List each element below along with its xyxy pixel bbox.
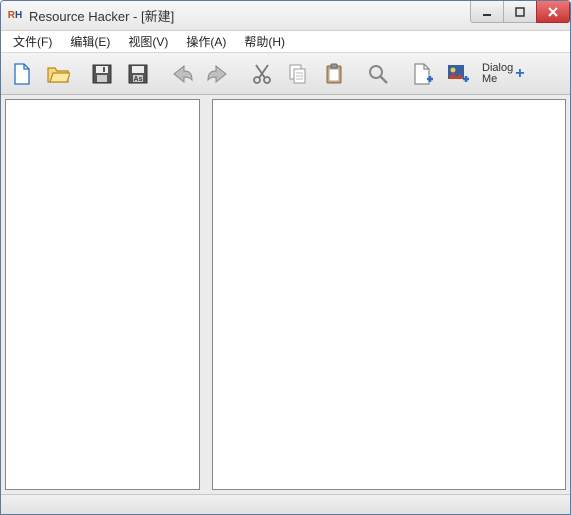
maximize-icon bbox=[514, 6, 526, 18]
app-icon: RH bbox=[7, 8, 23, 24]
app-window: RH Resource Hacker - [新建] 文件(F) 编辑(E) 视图… bbox=[0, 0, 571, 515]
paste-button[interactable] bbox=[317, 57, 351, 91]
menu-bar: 文件(F) 编辑(E) 视图(V) 操作(A) 帮助(H) bbox=[1, 31, 570, 53]
title-bar: RH Resource Hacker - [新建] bbox=[1, 1, 570, 31]
maximize-button[interactable] bbox=[503, 1, 537, 23]
copy-icon bbox=[286, 62, 310, 86]
save-icon bbox=[90, 62, 114, 86]
open-folder-icon bbox=[46, 62, 70, 86]
minimize-button[interactable] bbox=[470, 1, 504, 23]
editor-pane[interactable] bbox=[212, 99, 566, 490]
new-button[interactable] bbox=[5, 57, 39, 91]
menu-action[interactable]: 操作(A) bbox=[178, 31, 234, 52]
plus-icon: + bbox=[515, 68, 524, 79]
save-button[interactable] bbox=[85, 57, 119, 91]
redo-button[interactable] bbox=[201, 57, 235, 91]
scissors-icon bbox=[250, 62, 274, 86]
undo-arrow-icon bbox=[170, 62, 194, 86]
magnifier-icon bbox=[366, 62, 390, 86]
dialog-label: Dialog Me bbox=[482, 63, 513, 85]
open-button[interactable] bbox=[41, 57, 75, 91]
toolbar: As bbox=[1, 53, 570, 95]
copy-button[interactable] bbox=[281, 57, 315, 91]
dialog-button[interactable]: Dialog Me + bbox=[477, 57, 530, 91]
add-resource-button[interactable] bbox=[405, 57, 439, 91]
close-icon bbox=[547, 6, 559, 18]
add-image-button[interactable] bbox=[441, 57, 475, 91]
status-bar bbox=[1, 494, 570, 514]
cut-button[interactable] bbox=[245, 57, 279, 91]
menu-edit[interactable]: 编辑(E) bbox=[62, 31, 118, 52]
minimize-icon bbox=[481, 6, 493, 18]
splitter[interactable] bbox=[204, 99, 208, 490]
save-as-icon: As bbox=[126, 62, 150, 86]
add-resource-icon bbox=[410, 62, 434, 86]
add-image-icon bbox=[446, 62, 470, 86]
menu-view[interactable]: 视图(V) bbox=[120, 31, 176, 52]
clipboard-icon bbox=[322, 62, 346, 86]
menu-file[interactable]: 文件(F) bbox=[5, 31, 60, 52]
window-title: Resource Hacker - [新建] bbox=[29, 6, 471, 25]
menu-help[interactable]: 帮助(H) bbox=[236, 31, 293, 52]
redo-arrow-icon bbox=[206, 62, 230, 86]
new-file-icon bbox=[10, 62, 34, 86]
close-button[interactable] bbox=[536, 1, 570, 23]
undo-button[interactable] bbox=[165, 57, 199, 91]
svg-text:As: As bbox=[134, 76, 143, 83]
content-area bbox=[1, 95, 570, 494]
save-as-button[interactable]: As bbox=[121, 57, 155, 91]
window-controls bbox=[471, 1, 570, 30]
tree-pane[interactable] bbox=[5, 99, 200, 490]
find-button[interactable] bbox=[361, 57, 395, 91]
